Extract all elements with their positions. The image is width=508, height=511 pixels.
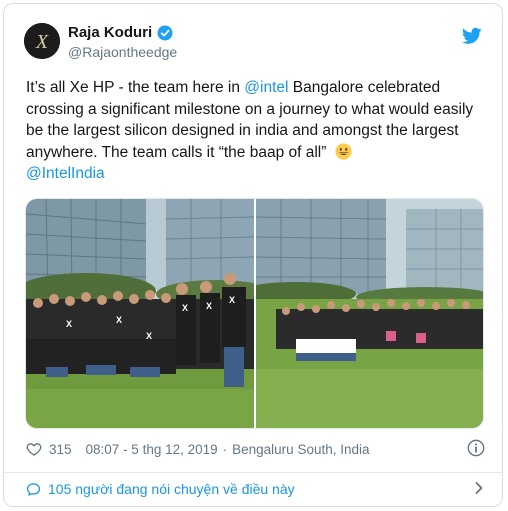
tweet-text-part1: It’s all Xe HP - the team here in <box>26 79 245 96</box>
svg-text:X: X <box>35 31 49 53</box>
mention-link-intelindia[interactable]: @IntelIndia <box>26 165 105 182</box>
speech-bubble-icon <box>26 482 41 497</box>
conversation-link[interactable]: 105 người đang nói chuyện về điều này <box>26 478 486 500</box>
svg-text:X: X <box>66 319 72 329</box>
svg-text:X: X <box>116 315 122 325</box>
author-display-name[interactable]: Raja Koduri <box>68 24 152 41</box>
divider <box>4 472 502 473</box>
twitter-bird-icon[interactable] <box>461 27 482 45</box>
tweet-media: X X X X X X <box>25 198 484 429</box>
tweet-text: It’s all Xe HP - the team here in @intel… <box>26 77 486 185</box>
tweet-timestamp[interactable]: 08:07 - 5 thg 12, 2019 <box>86 442 218 457</box>
meta-separator: · <box>222 441 228 457</box>
svg-text:X: X <box>146 331 152 341</box>
like-count[interactable]: 315 <box>49 442 72 457</box>
info-icon[interactable] <box>467 439 485 457</box>
chevron-right-icon[interactable] <box>472 481 486 495</box>
conversation-label[interactable]: 105 người đang nói chuyện về điều này <box>48 481 295 497</box>
svg-text:X: X <box>229 295 235 305</box>
heart-icon[interactable] <box>26 441 42 457</box>
author-name-row: Raja Koduri <box>68 24 173 41</box>
svg-text:X: X <box>182 303 188 313</box>
grinning-face-emoji-icon <box>335 142 352 160</box>
tweet-card: X Raja Koduri @Rajaontheedge It’s all Xe… <box>3 3 503 507</box>
mention-link-intel[interactable]: @intel <box>244 79 288 96</box>
author-handle[interactable]: @Rajaontheedge <box>68 44 177 60</box>
tweet-meta-row: 315 08:07 - 5 thg 12, 2019 · Bengaluru S… <box>26 439 491 459</box>
verified-badge-icon <box>157 25 173 41</box>
photo-2[interactable] <box>255 199 483 428</box>
tweet-location[interactable]: Bengaluru South, India <box>232 442 369 457</box>
avatar[interactable]: X <box>24 23 60 59</box>
photo-1[interactable]: X X X X X X <box>26 199 254 428</box>
svg-text:X: X <box>206 301 212 311</box>
